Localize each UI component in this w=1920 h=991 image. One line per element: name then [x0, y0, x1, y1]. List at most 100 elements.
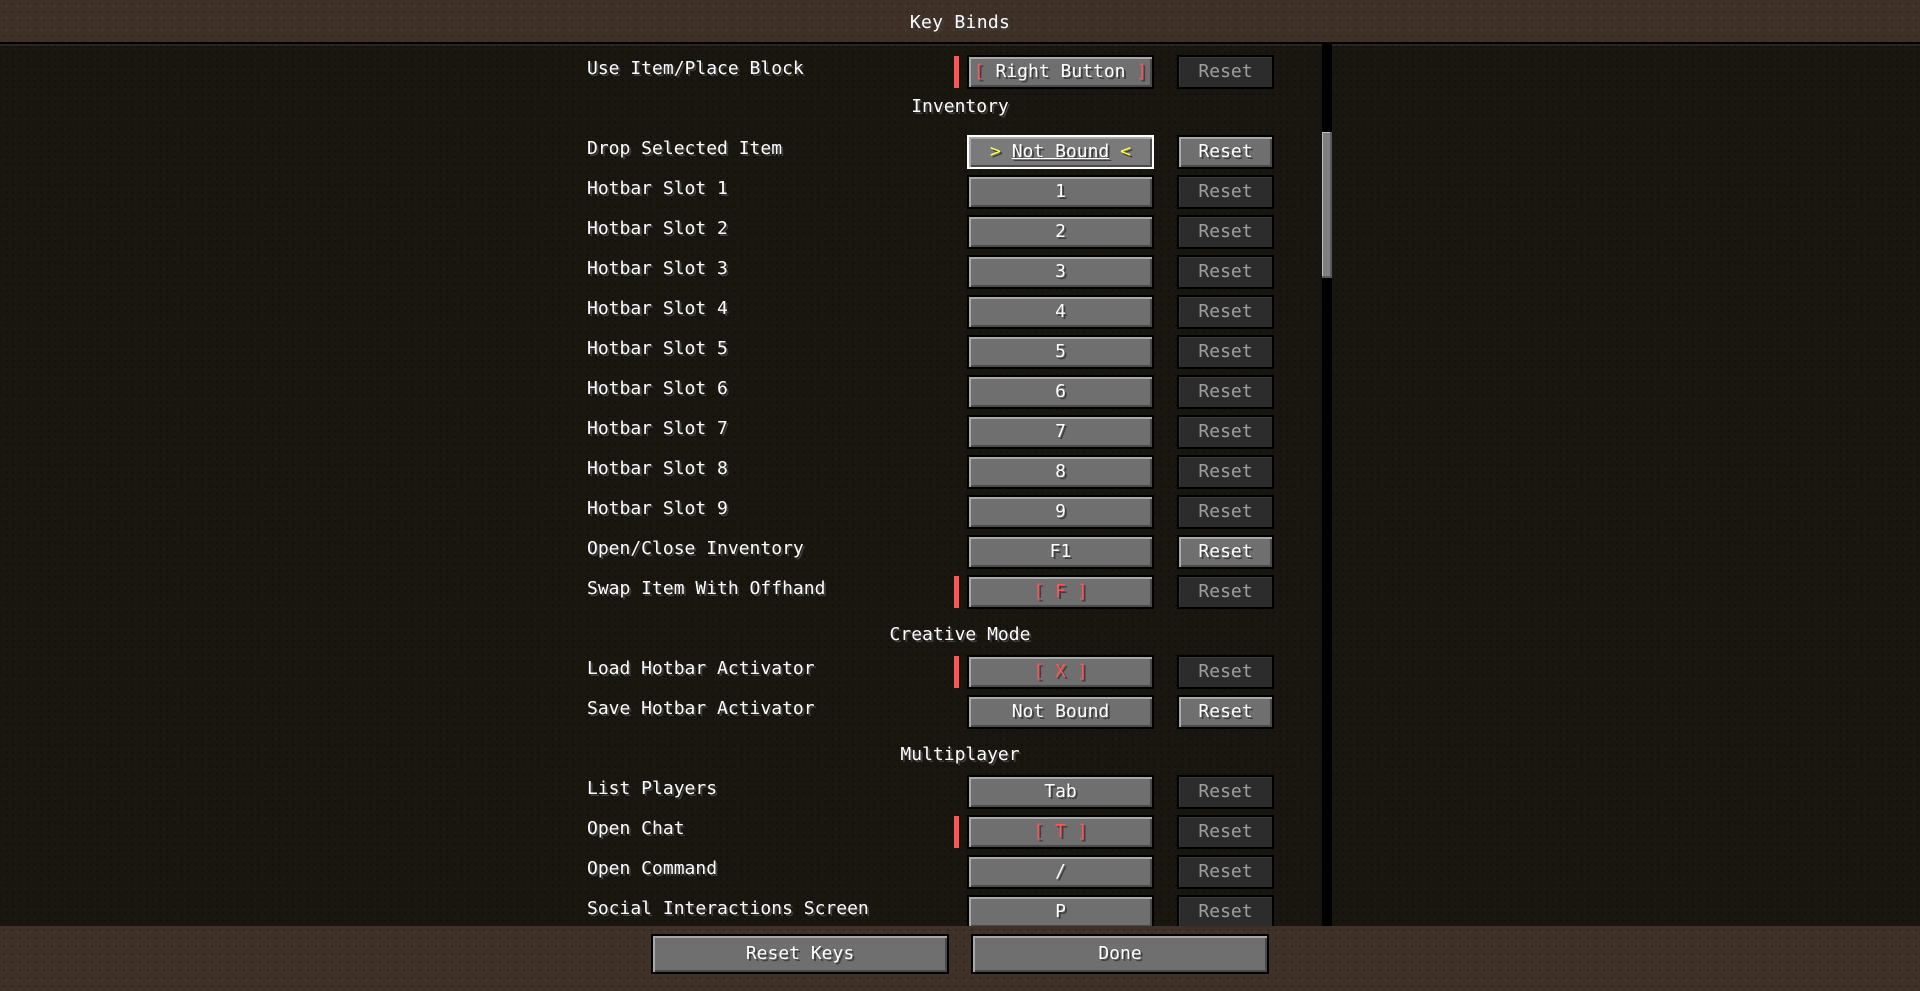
conflict-bracket-right: ] [1065, 581, 1088, 602]
keybind-row: Hotbar Slot 5 5 Reset [0, 332, 1920, 372]
key-binding-button[interactable]: > Not Bound < [967, 135, 1154, 169]
key-binding-button[interactable]: [ T ] [967, 815, 1154, 849]
key-binding-button[interactable]: 9 [967, 495, 1154, 529]
key-binding-button[interactable]: [ X ] [967, 655, 1154, 689]
conflict-bracket-right: ] [1065, 661, 1088, 682]
keybind-row: Use Item/Place Block [ Right Button ] Rese… [0, 52, 1920, 92]
key-binding-button[interactable]: F1 [967, 535, 1154, 569]
key-binding-button[interactable]: 6 [967, 375, 1154, 409]
key-value: P [1055, 901, 1066, 922]
key-binding-button[interactable]: 8 [967, 455, 1154, 489]
conflict-bracket-left: [ [1033, 661, 1056, 682]
keybind-label: Save Hotbar Activator [587, 698, 815, 719]
key-value: F1 [1049, 541, 1072, 562]
key-binding-button[interactable]: 7 [967, 415, 1154, 449]
key-value: T [1055, 821, 1066, 842]
keybind-row: List Players Tab Reset [0, 772, 1920, 812]
reset-button[interactable]: Reset [1177, 575, 1274, 609]
conflict-bracket-left: [ [1033, 821, 1056, 842]
key-value: F [1055, 581, 1066, 602]
focus-arrow-right: < [1109, 141, 1131, 162]
keybind-label: Hotbar Slot 5 [587, 338, 728, 359]
key-value: Right Button [995, 61, 1126, 82]
keybind-label: Hotbar Slot 9 [587, 498, 728, 519]
key-binding-button[interactable]: 4 [967, 295, 1154, 329]
reset-button[interactable]: Reset [1177, 175, 1274, 209]
keybind-label: Open Chat [587, 818, 685, 839]
key-binding-button[interactable]: 5 [967, 335, 1154, 369]
reset-button[interactable]: Reset [1177, 815, 1274, 849]
key-binding-button[interactable]: Not Bound [967, 695, 1154, 729]
key-value: 3 [1055, 261, 1066, 282]
keybind-label: Swap Item With Offhand [587, 578, 826, 599]
key-value: 2 [1055, 221, 1066, 242]
key-value: X [1055, 661, 1066, 682]
key-binding-button[interactable]: 1 [967, 175, 1154, 209]
keybind-list[interactable]: Use Item/Place Block [ Right Button ] Rese… [0, 42, 1920, 930]
reset-button[interactable]: Reset [1177, 495, 1274, 529]
reset-button[interactable]: Reset [1177, 415, 1274, 449]
reset-button[interactable]: Reset [1177, 655, 1274, 689]
category-header: Multiplayer [900, 744, 1020, 765]
keybind-row: Hotbar Slot 2 2 Reset [0, 212, 1920, 252]
keybind-row: Open/Close Inventory F1 Reset [0, 532, 1920, 572]
keybind-label: Hotbar Slot 2 [587, 218, 728, 239]
keybind-label: Load Hotbar Activator [587, 658, 815, 679]
focus-arrow-left: > [990, 141, 1012, 162]
conflict-indicator [954, 656, 959, 688]
key-binding-button[interactable]: P [967, 895, 1154, 928]
reset-button[interactable]: Reset [1177, 695, 1274, 729]
reset-button[interactable]: Reset [1177, 295, 1274, 329]
keybind-row: Load Hotbar Activator [ X ] Reset [0, 652, 1920, 692]
key-value: 7 [1055, 421, 1066, 442]
key-value: / [1055, 861, 1066, 882]
scrollbar-thumb[interactable] [1322, 132, 1332, 278]
footer: Reset Keys Done [0, 926, 1920, 991]
conflict-bracket-right: ] [1125, 61, 1148, 82]
done-button[interactable]: Done [971, 934, 1269, 974]
conflict-bracket-left: [ [973, 61, 996, 82]
keybind-row: Drop Selected Item > Not Bound < Reset [0, 132, 1920, 172]
key-value: 5 [1055, 341, 1066, 362]
keybind-row: Hotbar Slot 4 4 Reset [0, 292, 1920, 332]
conflict-bracket-right: ] [1065, 821, 1088, 842]
key-binding-button[interactable]: 2 [967, 215, 1154, 249]
keybind-label: Open/Close Inventory [587, 538, 804, 559]
keybind-row: Hotbar Slot 7 7 Reset [0, 412, 1920, 452]
keybind-row: Save Hotbar Activator Not Bound Reset [0, 692, 1920, 732]
keybind-label: Drop Selected Item [587, 138, 783, 159]
key-value: 4 [1055, 301, 1066, 322]
screen-title: Key Binds [909, 12, 1011, 33]
reset-button[interactable]: Reset [1177, 895, 1274, 928]
keybind-row: Hotbar Slot 8 8 Reset [0, 452, 1920, 492]
key-binding-button[interactable]: / [967, 855, 1154, 889]
reset-button[interactable]: Reset [1177, 55, 1274, 89]
key-binding-button[interactable]: 3 [967, 255, 1154, 289]
key-binding-button[interactable]: [ Right Button ] [967, 55, 1154, 89]
keybind-row: Social Interactions Screen P Reset [0, 892, 1920, 928]
conflict-indicator [954, 576, 959, 608]
reset-button[interactable]: Reset [1177, 135, 1274, 169]
reset-button[interactable]: Reset [1177, 455, 1274, 489]
reset-button[interactable]: Reset [1177, 855, 1274, 889]
key-value: Not Bound [1011, 141, 1110, 162]
keybind-label: Social Interactions Screen [587, 898, 869, 919]
reset-button[interactable]: Reset [1177, 215, 1274, 249]
keybind-label: Hotbar Slot 4 [587, 298, 728, 319]
reset-button[interactable]: Reset [1177, 775, 1274, 809]
key-binding-button[interactable]: Tab [967, 775, 1154, 809]
key-value: Tab [1044, 781, 1077, 802]
reset-button[interactable]: Reset [1177, 535, 1274, 569]
key-value: 9 [1055, 501, 1066, 522]
keybind-row: Hotbar Slot 1 1 Reset [0, 172, 1920, 212]
reset-keys-button[interactable]: Reset Keys [651, 934, 949, 974]
keybind-row: Hotbar Slot 9 9 Reset [0, 492, 1920, 532]
key-value: 8 [1055, 461, 1066, 482]
keybind-list-content: Use Item/Place Block [ Right Button ] Rese… [0, 44, 1920, 928]
reset-button[interactable]: Reset [1177, 255, 1274, 289]
keybind-row: Open Chat [ T ] Reset [0, 812, 1920, 852]
key-binding-button[interactable]: [ F ] [967, 575, 1154, 609]
keybind-label: Hotbar Slot 3 [587, 258, 728, 279]
reset-button[interactable]: Reset [1177, 335, 1274, 369]
reset-button[interactable]: Reset [1177, 375, 1274, 409]
